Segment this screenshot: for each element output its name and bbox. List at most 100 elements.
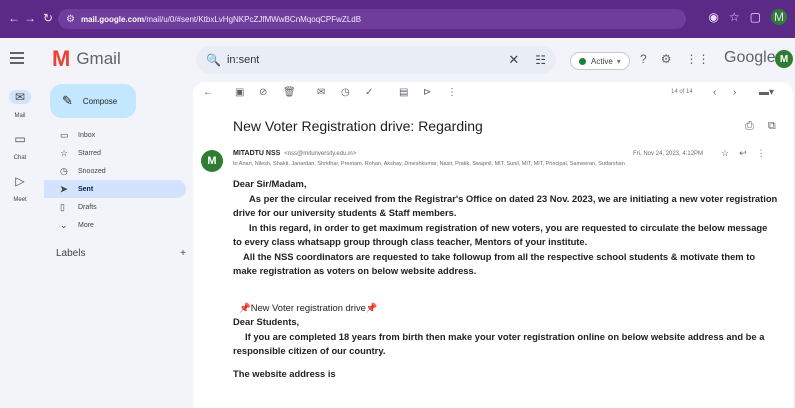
star-icon: ☆ <box>60 147 69 158</box>
apps-grid-icon[interactable]: ⋮⋮ <box>685 52 709 66</box>
message-view: ← ▣ ⊘ 🗑 ✉ ◷ ✓ ▤ ⊳ ⋮ 14 of 14 ‹ › ▬▾ New … <box>193 82 793 408</box>
reload-icon[interactable]: ↻ <box>38 11 58 25</box>
chevron-down-icon: ⌄ <box>60 219 68 230</box>
bookmark-star-icon[interactable]: ☆ <box>729 10 740 24</box>
sidebar-item-drafts[interactable]: ▯ Drafts <box>44 198 186 216</box>
sender-name[interactable]: MITADTU NSS <box>233 150 280 157</box>
mail-folders: ▭ Inbox ☆ Starred ◷ Snoozed ➤ Sent ▯ Dra… <box>44 126 186 234</box>
delete-icon[interactable]: 🗑 <box>283 87 296 98</box>
archive-icon[interactable]: ▣ <box>235 87 244 98</box>
sidebar-item-inbox[interactable]: ▭ Inbox <box>44 126 186 144</box>
reply-icon[interactable]: ↩ <box>739 148 747 159</box>
pencil-icon: ✎ <box>62 93 73 108</box>
report-spam-icon[interactable]: ⊘ <box>259 87 267 98</box>
sidebar-item-label: More <box>78 221 94 229</box>
search-input[interactable]: in:sent <box>227 54 508 66</box>
rail-chat-label: Chat <box>13 155 27 161</box>
email-subject: New Voter Registration drive: Regarding <box>233 118 483 134</box>
search-bar[interactable]: 🔍 in:sent ✕ ☷ <box>196 46 556 74</box>
status-dot <box>579 57 586 65</box>
rail-meet-label: Meet <box>13 197 27 203</box>
url-text: mail.google.com/mail/u/0/#sent/KtbxLvHgN… <box>81 15 681 24</box>
gmail-logo[interactable]: M Gmail <box>52 48 121 70</box>
rail-chat[interactable]: ▭ Chat <box>0 132 40 164</box>
inbox-icon: ▭ <box>60 129 69 140</box>
pager-count: 14 of 14 <box>671 89 693 95</box>
sender-email: <nss@mitunversity.edu.in> <box>284 151 357 157</box>
status-selector[interactable]: Active ▾ <box>570 52 630 70</box>
sidebar-item-starred[interactable]: ☆ Starred <box>44 144 186 162</box>
snooze-icon[interactable]: ◷ <box>341 87 350 98</box>
newer-icon[interactable]: ‹ <box>713 87 716 98</box>
message-date: Fri, Nov 24, 2023, 4:12PM <box>633 151 704 157</box>
more-vert-icon[interactable]: ⋮ <box>757 148 766 159</box>
browser-profile-avatar[interactable]: M <box>771 9 787 25</box>
sidebar: ✎ Compose ▭ Inbox ☆ Starred ◷ Snoozed ➤ … <box>44 82 190 408</box>
chevron-down-icon: ▾ <box>616 56 621 66</box>
input-tools-icon[interactable]: ▬▾ <box>759 87 774 98</box>
sidebar-item-label: Starred <box>78 149 101 157</box>
sidebar-item-snoozed[interactable]: ◷ Snoozed <box>44 162 186 180</box>
paragraph-4: If you are completed 18 years from birth… <box>233 330 765 357</box>
open-new-window-icon[interactable]: ⧉ <box>768 120 776 133</box>
gmail-m-icon: M <box>52 46 71 71</box>
compose-label: Compose <box>82 96 118 106</box>
clock-icon: ◷ <box>60 165 68 176</box>
sidebar-item-label: Drafts <box>78 203 97 211</box>
sidepanel-icon[interactable]: ▢ <box>750 10 761 24</box>
greeting: Dear Sir/Madam, <box>233 178 307 189</box>
website-heading: The website address is <box>233 367 336 379</box>
add-label-button[interactable]: + <box>180 248 186 259</box>
paragraph-1: As per the circular received from the Re… <box>233 192 778 219</box>
forward-icon[interactable]: → <box>20 11 40 25</box>
print-icon[interactable]: ⎙ <box>745 120 754 133</box>
help-icon[interactable]: ? <box>640 52 647 66</box>
sidebar-item-label: Sent <box>78 185 94 193</box>
add-task-icon[interactable]: ✓ <box>365 87 373 98</box>
mail-icon: ✉ <box>9 90 31 104</box>
star-icon[interactable]: ☆ <box>721 148 729 159</box>
more-options-icon[interactable]: ⋮ <box>447 87 457 98</box>
paragraph-3: All the NSS coordinators are requested t… <box>233 250 756 277</box>
send-icon: ➤ <box>60 183 68 194</box>
url-path: /mail/u/0/#sent/KtbxLvHgNKPcZJfMWwBCnMqo… <box>144 14 362 24</box>
sidebar-item-label: Snoozed <box>78 167 106 175</box>
pushpin-icon: 📌 <box>365 301 378 313</box>
drive-title-line: 📌New Voter registration drive📌 <box>233 301 778 316</box>
sidebar-item-more[interactable]: ⌄ More <box>44 216 186 234</box>
labels-heading: Labels <box>56 248 86 259</box>
rail-mail-label: Mail <box>14 113 26 119</box>
sender-avatar[interactable]: M <box>201 150 223 172</box>
search-icon[interactable]: 🔍 <box>206 53 221 67</box>
draft-icon: ▯ <box>60 201 65 212</box>
older-icon[interactable]: › <box>733 87 736 98</box>
sender-line: MITADTU NSS <nss@mitunversity.edu.in> <box>233 150 356 157</box>
search-options-icon[interactable]: ☷ <box>535 53 546 67</box>
email-body: Dear Sir/Madam, As per the circular rece… <box>233 177 778 381</box>
compose-button[interactable]: ✎ Compose <box>50 84 136 118</box>
settings-gear-icon[interactable]: ⚙ <box>661 52 672 66</box>
account-avatar[interactable]: M <box>775 50 793 68</box>
chat-icon: ▭ <box>14 132 26 146</box>
recipients-line[interactable]: to Anan, Nilesh, Shakti, Janardan, Shrid… <box>233 161 763 167</box>
gmail-logo-text: Gmail <box>76 49 121 68</box>
app-rail: ✉ Mail ▭ Chat ▷ Meet <box>0 82 40 408</box>
clear-search-icon[interactable]: ✕ <box>508 52 519 68</box>
paragraph-2: In this regard, in order to get maximum … <box>233 221 768 248</box>
sidebar-item-sent[interactable]: ➤ Sent <box>44 180 186 198</box>
mark-unread-icon[interactable]: ✉ <box>317 87 325 98</box>
label-icon[interactable]: ⊳ <box>423 87 431 98</box>
drive-title: New Voter registration drive <box>250 301 366 313</box>
rail-meet[interactable]: ▷ Meet <box>0 174 40 206</box>
url-host: mail.google.com <box>80 14 145 24</box>
extension-icon[interactable]: ◉ <box>708 10 718 24</box>
back-arrow-icon[interactable]: ← <box>203 87 213 98</box>
message-toolbar: ← ▣ ⊘ 🗑 ✉ ◷ ✓ ▤ ⊳ ⋮ 14 of 14 ‹ › ▬▾ <box>193 82 793 106</box>
move-to-icon[interactable]: ▤ <box>399 87 408 98</box>
main-menu-icon[interactable] <box>10 52 24 64</box>
site-settings-icon[interactable]: ⚙ <box>66 14 75 25</box>
google-brand: Google <box>724 49 776 66</box>
address-bar[interactable]: ⚙ mail.google.com/mail/u/0/#sent/KtbxLvH… <box>58 9 686 29</box>
rail-mail[interactable]: ✉ Mail <box>0 90 40 122</box>
meet-icon: ▷ <box>15 174 25 188</box>
